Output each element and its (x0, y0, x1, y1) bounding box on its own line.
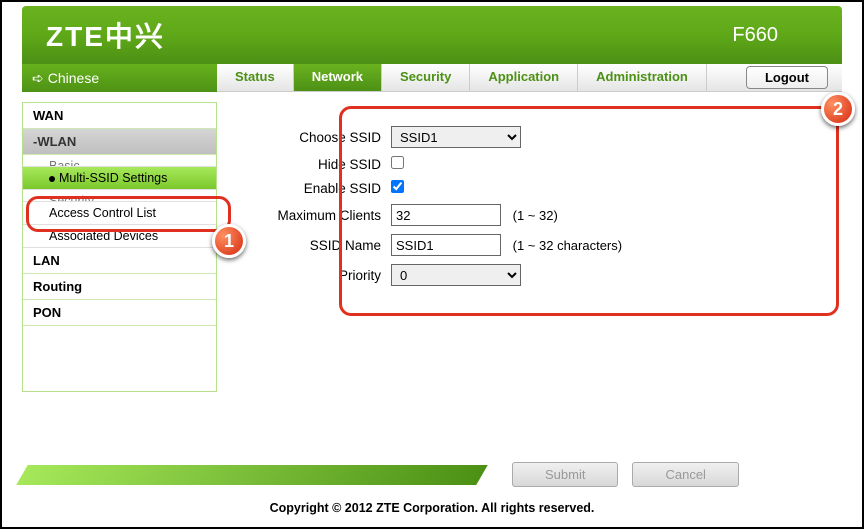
row-ssid-name: SSID Name (1 ~ 32 characters) (231, 234, 842, 256)
sidebar-sub-label: Multi-SSID Settings (59, 171, 167, 185)
callout-1: 1 (212, 224, 246, 258)
sidebar-sub-multi-ssid[interactable]: Multi-SSID Settings (23, 167, 216, 190)
sidebar-item-routing[interactable]: Routing (23, 274, 216, 300)
control-max-clients: (1 ~ 32) (391, 204, 558, 226)
cancel-button[interactable]: Cancel (632, 462, 738, 487)
enable-ssid-checkbox[interactable] (391, 180, 404, 193)
control-choose-ssid: SSID1 (391, 126, 521, 148)
sidebar-item-wan[interactable]: WAN (23, 103, 216, 129)
priority-select[interactable]: 0 (391, 264, 521, 286)
hint-max-clients: (1 ~ 32) (513, 208, 558, 223)
sidebar-item-wlan[interactable]: -WLAN (23, 129, 216, 155)
hint-ssid-name: (1 ~ 32 characters) (513, 238, 622, 253)
copyright-text: Copyright © 2012 ZTE Corporation. All ri… (2, 501, 862, 515)
app-root: ZTE中兴 F660 ➪ Chinese Status Network Secu… (0, 0, 864, 529)
sidebar: WAN -WLAN Basic Multi-SSID Settings Secu… (22, 102, 217, 392)
label-choose-ssid: Choose SSID (231, 130, 391, 145)
ssid-name-input[interactable] (391, 234, 501, 256)
bottom-bar: Submit Cancel (22, 462, 842, 487)
submit-button[interactable]: Submit (512, 462, 618, 487)
row-max-clients: Maximum Clients (1 ~ 32) (231, 204, 842, 226)
sidebar-item-lan[interactable]: LAN (23, 248, 216, 274)
sidebar-sub-assoc[interactable]: Associated Devices (23, 225, 216, 248)
row-hide-ssid: Hide SSID (231, 156, 842, 172)
control-enable-ssid (391, 180, 404, 196)
tab-status[interactable]: Status (217, 64, 294, 91)
label-enable-ssid: Enable SSID (231, 181, 391, 196)
main-tabs: Status Network Security Application Admi… (217, 64, 842, 92)
label-priority: Priority (231, 268, 391, 283)
bullet-icon (49, 176, 55, 182)
language-switch[interactable]: ➪ Chinese (22, 64, 217, 92)
callout-2: 2 (821, 92, 855, 126)
brand-logo: ZTE中兴 (46, 15, 165, 55)
max-clients-input[interactable] (391, 204, 501, 226)
hide-ssid-checkbox[interactable] (391, 156, 404, 169)
row-enable-ssid: Enable SSID (231, 180, 842, 196)
tab-security[interactable]: Security (382, 64, 470, 91)
sidebar-sub-acl[interactable]: Access Control List (23, 202, 216, 225)
language-label: Chinese (48, 70, 99, 86)
arrow-icon: ➪ (32, 70, 44, 87)
model-label: F660 (732, 24, 778, 47)
decorative-stripe (16, 465, 488, 485)
logout-slot: Logout (746, 64, 842, 91)
row-priority: Priority 0 (231, 264, 842, 286)
main-panel: Choose SSID SSID1 Hide SSID Enable SSID … (231, 102, 842, 392)
sidebar-sub-security[interactable]: Security (23, 190, 216, 202)
sidebar-sub-basic[interactable]: Basic (23, 155, 216, 167)
tab-administration[interactable]: Administration (578, 64, 707, 91)
logout-button[interactable]: Logout (746, 66, 828, 89)
tab-application[interactable]: Application (470, 64, 578, 91)
tab-network[interactable]: Network (294, 64, 382, 91)
label-hide-ssid: Hide SSID (231, 157, 391, 172)
control-priority: 0 (391, 264, 521, 286)
row-choose-ssid: Choose SSID SSID1 (231, 126, 842, 148)
control-ssid-name: (1 ~ 32 characters) (391, 234, 622, 256)
body: WAN -WLAN Basic Multi-SSID Settings Secu… (2, 92, 862, 392)
sidebar-item-pon[interactable]: PON (23, 300, 216, 326)
label-ssid-name: SSID Name (231, 238, 391, 253)
banner: ZTE中兴 F660 (22, 6, 842, 64)
header: ZTE中兴 F660 ➪ Chinese Status Network Secu… (2, 2, 862, 92)
control-hide-ssid (391, 156, 404, 172)
langbar: ➪ Chinese Status Network Security Applic… (22, 64, 842, 92)
label-max-clients: Maximum Clients (231, 208, 391, 223)
choose-ssid-select[interactable]: SSID1 (391, 126, 521, 148)
